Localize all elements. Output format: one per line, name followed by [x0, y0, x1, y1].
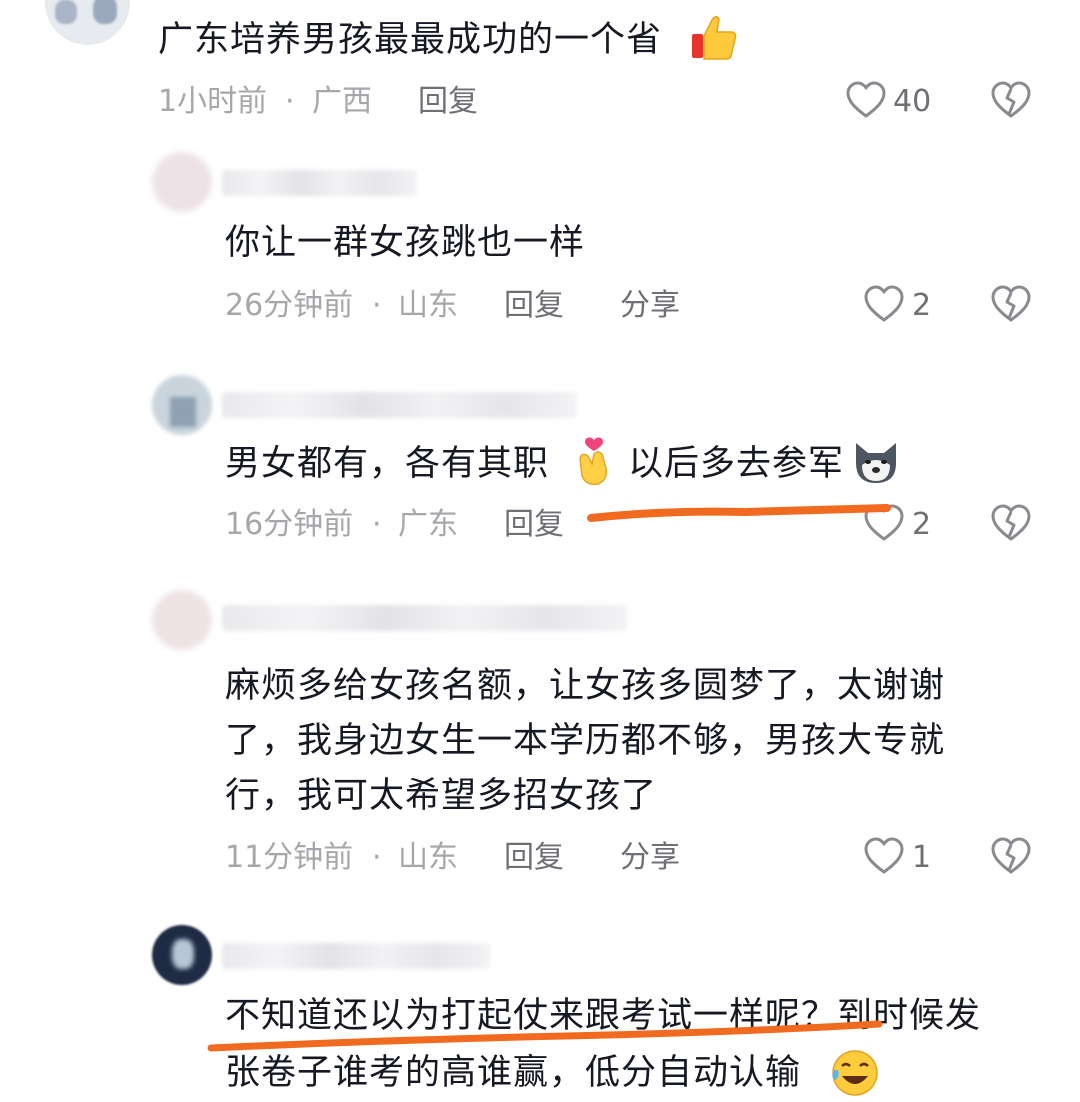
- reply-button[interactable]: 回复: [504, 838, 564, 878]
- comment-text-cont: 以后多去参军: [628, 444, 845, 484]
- username-blurred: [222, 943, 490, 969]
- avatar[interactable]: [152, 152, 212, 212]
- comment-text: 你让一群女孩跳也一样: [225, 223, 586, 263]
- like-count: 2: [912, 288, 932, 323]
- like-count: 2: [912, 507, 932, 542]
- reply-button[interactable]: 回复: [504, 505, 564, 545]
- meta-separator: ·: [372, 507, 382, 542]
- comment-text-line: 了，我身边女生一本学历都不够，男孩大专就: [225, 721, 946, 761]
- username-blurred: [222, 392, 577, 418]
- comment-location: 广东: [398, 507, 458, 542]
- highlight-underline: [207, 1020, 883, 1052]
- share-button[interactable]: 分享: [620, 286, 680, 326]
- highlight-underline: [587, 504, 891, 522]
- username-blurred: [222, 170, 417, 196]
- comment-location: 山东: [398, 288, 458, 323]
- comment-time: 16分钟前: [225, 507, 354, 542]
- meta-separator: ·: [372, 288, 382, 323]
- meta-separator: ·: [372, 840, 382, 875]
- avatar[interactable]: [152, 925, 212, 985]
- dog-face-icon: [850, 437, 902, 491]
- avatar[interactable]: [152, 375, 212, 435]
- dislike-icon[interactable]: [990, 503, 1032, 547]
- comment-time: 11分钟前: [225, 840, 354, 875]
- comment-time: 1小时前: [158, 84, 268, 119]
- dislike-icon[interactable]: [990, 284, 1032, 328]
- meta-separator: ·: [285, 84, 295, 119]
- comment-text: 男女都有，各有其职: [225, 444, 550, 484]
- reply-button[interactable]: 回复: [418, 82, 478, 122]
- like-icon[interactable]: [845, 80, 887, 124]
- like-count: 1: [912, 840, 932, 875]
- avatar[interactable]: [45, 0, 130, 45]
- comment-text: 广东培养男孩最最成功的一个省: [158, 20, 663, 60]
- thumbs-up-icon: [690, 12, 738, 66]
- like-icon[interactable]: [863, 836, 905, 880]
- dislike-icon[interactable]: [990, 80, 1032, 124]
- like-icon[interactable]: [863, 284, 905, 328]
- comment-text-line: 麻烦多给女孩名额，让女孩多圆梦了，太谢谢: [225, 666, 946, 706]
- comment-time: 26分钟前: [225, 288, 354, 323]
- share-button[interactable]: 分享: [620, 838, 680, 878]
- comment-location: 广西: [312, 84, 372, 119]
- username-blurred: [222, 605, 627, 631]
- reply-button[interactable]: 回复: [504, 286, 564, 326]
- dislike-icon[interactable]: [990, 836, 1032, 880]
- comment-text-line: 行，我可太希望多招女孩了: [225, 776, 658, 816]
- comment-location: 山东: [398, 840, 458, 875]
- like-count: 40: [893, 84, 932, 119]
- finger-heart-icon: [572, 436, 616, 492]
- avatar[interactable]: [152, 590, 212, 650]
